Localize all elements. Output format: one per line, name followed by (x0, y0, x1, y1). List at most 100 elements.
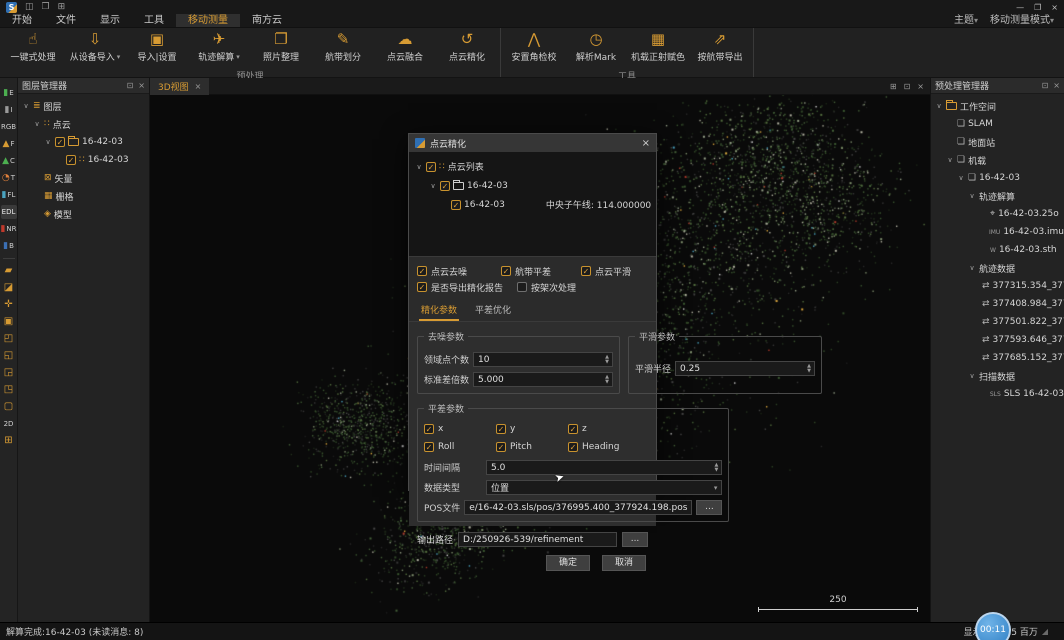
output-browse-button[interactable]: ... (622, 532, 648, 547)
data-type-select[interactable]: 位置 ▾ (486, 480, 722, 495)
tree-item-模型[interactable]: ◈模型 (18, 205, 149, 223)
checkbox-smooth[interactable]: ✓ 点云平滑 (581, 265, 631, 278)
checkbox[interactable]: ✓ (417, 282, 427, 292)
expander-icon[interactable]: ∨ (935, 102, 943, 110)
expander-icon[interactable]: ∨ (968, 192, 976, 200)
checkbox[interactable]: ✓ (581, 266, 591, 276)
chevron-down-icon[interactable]: ▾ (117, 53, 121, 61)
checkbox-strip-adjust[interactable]: ✓ 航带平差 (501, 265, 581, 278)
checkbox[interactable]: ✓ (417, 266, 427, 276)
tab-adjust-optimize[interactable]: 平差优化 (473, 301, 513, 321)
tree-item-16-42-03.25o[interactable]: ⌖16-42-03.25o (931, 205, 1064, 223)
float-panel-icon[interactable]: ⊡ (127, 81, 134, 90)
expander-icon[interactable]: ∨ (429, 182, 437, 190)
menu-item-显示[interactable]: 显示 (88, 14, 132, 27)
tree-item-SLS 16-42-03[interactable]: SLSSLS 16-42-03 (931, 385, 1064, 403)
strip-button-EDL[interactable]: EDL (1, 205, 17, 219)
tree-item-地面站[interactable]: ❏地面站 (931, 133, 1064, 151)
checkbox[interactable]: ✓ (501, 266, 511, 276)
tree-item-轨迹解算[interactable]: ∨轨迹解算 (931, 187, 1064, 205)
ribbon-button-点云融合[interactable]: ☁点云融合 (374, 29, 436, 69)
strip-button-◱[interactable]: ◱ (1, 349, 17, 363)
tree-item-377315.354_377399...[interactable]: ⇄377315.354_377399... (931, 277, 1064, 295)
strip-button-RGB[interactable]: RGB (1, 120, 17, 134)
strip-button-◳[interactable]: ◳ (1, 383, 17, 397)
tree-item-航迹数据[interactable]: ∨航迹数据 (931, 259, 1064, 277)
tree-item-16-42-03.imu[interactable]: IMU16-42-03.imu (931, 223, 1064, 241)
menu-item-移动测量[interactable]: 移动测量 (176, 14, 240, 27)
close-panel-icon[interactable]: × (138, 81, 145, 90)
float-panel-icon[interactable]: ⊡ (1042, 81, 1049, 90)
stddev-multiple-stepper[interactable]: ▲▼ (473, 372, 613, 387)
time-interval-input[interactable] (487, 463, 711, 473)
checkbox[interactable]: ✓ (55, 137, 65, 147)
checkbox[interactable]: ✓ (451, 200, 461, 210)
expander-icon[interactable]: ∨ (415, 163, 423, 171)
expander-icon[interactable]: ∨ (33, 120, 41, 128)
checkbox[interactable]: ✓ (440, 181, 450, 191)
tree-item-16-42-03[interactable]: ∨❏16-42-03 (931, 169, 1064, 187)
ribbon-button-导入|设置[interactable]: ▣导入|设置 (126, 29, 188, 69)
viewport-new-icon[interactable]: ⊞ (890, 82, 897, 91)
expander-icon[interactable]: ∨ (968, 264, 976, 272)
strip-button-F[interactable]: ▲F (1, 137, 17, 151)
strip-button-✛[interactable]: ✛ (1, 298, 17, 312)
cancel-button[interactable]: 取消 (602, 555, 646, 571)
spinner-arrows-icon[interactable]: ▲▼ (711, 463, 721, 473)
dialog-title-bar[interactable]: 点云精化 × (409, 134, 656, 152)
smooth-radius-input[interactable] (676, 364, 804, 374)
timer-badge[interactable]: 00:11 (975, 612, 1011, 640)
ok-button[interactable]: 确定 (546, 555, 590, 571)
checkbox-roll[interactable]: ✓Roll (424, 439, 496, 455)
strip-button-◰[interactable]: ◰ (1, 332, 17, 346)
strip-button-◪[interactable]: ◪ (1, 281, 17, 295)
ribbon-button-点云精化[interactable]: ↺点云精化 (436, 29, 498, 69)
spinner-arrows-icon[interactable]: ▲▼ (602, 355, 612, 365)
checkbox-y[interactable]: ✓y (496, 421, 568, 437)
tree-item-377501.822_377584...[interactable]: ⇄377501.822_377584... (931, 313, 1064, 331)
tree-item-扫描数据[interactable]: ∨扫描数据 (931, 367, 1064, 385)
tree-item-机载[interactable]: ∨❏机载 (931, 151, 1064, 169)
tree-item-16-42-03[interactable]: ∨✓16-42-03 (18, 133, 149, 151)
checkbox-heading[interactable]: ✓Heading (568, 439, 640, 455)
checkbox-denoise[interactable]: ✓ 点云去噪 (417, 265, 501, 278)
ribbon-button-航带划分[interactable]: ✎航带划分 (312, 29, 374, 69)
neighbor-points-stepper[interactable]: ▲▼ (473, 352, 613, 367)
expander-icon[interactable]: ∨ (968, 372, 976, 380)
tree-item[interactable]: ✓ 16-42-03 中央子午线: 114.000000 (415, 195, 650, 214)
ribbon-button-从设备导入[interactable]: ⇩从设备导入▾ (64, 29, 126, 69)
checkbox[interactable] (517, 282, 527, 292)
strip-button-◲[interactable]: ◲ (1, 366, 17, 380)
tree-item-16-42-03[interactable]: ✓∷16-42-03 (18, 151, 149, 169)
checkbox[interactable]: ✓ (66, 155, 76, 165)
checkbox-export-report[interactable]: ✓ 是否导出精化报告 (417, 281, 517, 294)
pos-browse-button[interactable]: ... (696, 500, 722, 515)
checkbox[interactable]: ✓ (426, 162, 436, 172)
tree-item-377593.646_377675...[interactable]: ⇄377593.646_377675... (931, 331, 1064, 349)
stddev-multiple-input[interactable] (474, 375, 602, 385)
expander-icon[interactable]: ∨ (22, 102, 30, 110)
ribbon-button-安置角检校[interactable]: ⋀安置角检校 (503, 29, 565, 69)
menu-item-工具[interactable]: 工具 (132, 14, 176, 27)
checkbox-by-sortie[interactable]: 按架次处理 (517, 281, 576, 294)
tree-item[interactable]: ∨ ✓ 16-42-03 (415, 176, 650, 195)
strip-button-⊞[interactable]: ⊞ (1, 434, 17, 448)
strip-button-C[interactable]: ▲C (1, 154, 17, 168)
neighbor-points-input[interactable] (474, 355, 602, 365)
strip-button-2D[interactable]: 2D (1, 417, 17, 431)
expander-icon[interactable]: ∨ (946, 156, 954, 164)
menu-item-开始[interactable]: 开始 (0, 14, 44, 27)
spinner-arrows-icon[interactable]: ▲▼ (804, 364, 814, 374)
ribbon-button-一键式处理[interactable]: ☝一键式处理 (2, 29, 64, 69)
ribbon-button-照片整理[interactable]: ❐照片整理 (250, 29, 312, 69)
checkbox-z[interactable]: ✓z (568, 421, 640, 437)
viewport-close-icon[interactable]: × (917, 82, 924, 91)
dialog-close-icon[interactable]: × (642, 138, 650, 149)
strip-button-▰[interactable]: ▰ (1, 264, 17, 278)
strip-button-E[interactable]: ▮E (1, 86, 17, 100)
tree-item[interactable]: ∨ ✓ ∷ 点云列表 (415, 157, 650, 176)
viewport-float-icon[interactable]: ⊡ (904, 82, 911, 91)
tree-item-矢量[interactable]: ⊠矢量 (18, 169, 149, 187)
open-icon[interactable]: ❐ (42, 2, 50, 12)
maximize-icon[interactable]: ❐ (1034, 3, 1041, 12)
